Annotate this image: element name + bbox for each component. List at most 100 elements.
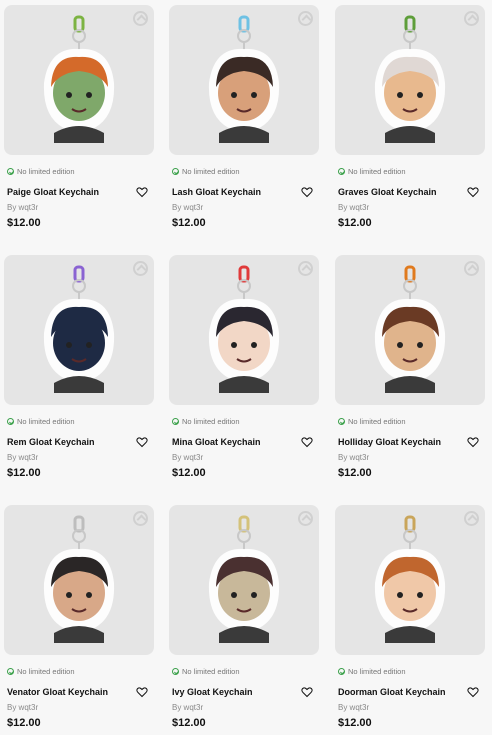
creator-name[interactable]: By wqt3r xyxy=(7,703,38,712)
creator-name[interactable]: By wqt3r xyxy=(338,203,369,212)
edition-status: No limited edition xyxy=(338,417,406,426)
brand-badge-icon xyxy=(298,511,313,526)
edition-status: No limited edition xyxy=(172,667,240,676)
product-card[interactable]: No limited edition Paige Gloat Keychain … xyxy=(4,5,154,235)
creator-name[interactable]: By wqt3r xyxy=(338,453,369,462)
edition-label: No limited edition xyxy=(348,417,406,426)
brand-badge-icon xyxy=(464,511,479,526)
product-card[interactable]: No limited edition Mina Gloat Keychain B… xyxy=(169,255,319,485)
check-circle-icon xyxy=(172,668,179,675)
product-card[interactable]: No limited edition Rem Gloat Keychain By… xyxy=(4,255,154,485)
creator-name[interactable]: By wqt3r xyxy=(172,703,203,712)
product-price: $12.00 xyxy=(172,217,206,229)
edition-status: No limited edition xyxy=(7,417,75,426)
product-card[interactable]: No limited edition Ivy Gloat Keychain By… xyxy=(169,505,319,735)
product-name[interactable]: Paige Gloat Keychain xyxy=(7,187,99,197)
product-image[interactable] xyxy=(335,5,485,155)
creator-name[interactable]: By wqt3r xyxy=(7,203,38,212)
product-image[interactable] xyxy=(169,505,319,655)
product-image[interactable] xyxy=(335,505,485,655)
check-circle-icon xyxy=(172,168,179,175)
heart-icon[interactable] xyxy=(467,436,479,448)
keychain-illustration xyxy=(374,15,446,143)
check-circle-icon xyxy=(7,418,14,425)
heart-icon[interactable] xyxy=(467,186,479,198)
heart-icon[interactable] xyxy=(301,436,313,448)
check-circle-icon xyxy=(7,668,14,675)
edition-status: No limited edition xyxy=(172,167,240,176)
edition-label: No limited edition xyxy=(182,417,240,426)
product-price: $12.00 xyxy=(7,467,41,479)
product-price: $12.00 xyxy=(7,217,41,229)
keychain-illustration xyxy=(374,265,446,393)
brand-badge-icon xyxy=(464,11,479,26)
product-name[interactable]: Holliday Gloat Keychain xyxy=(338,437,441,447)
creator-name[interactable]: By wqt3r xyxy=(338,703,369,712)
heart-icon[interactable] xyxy=(301,186,313,198)
product-card[interactable]: No limited edition Holliday Gloat Keycha… xyxy=(335,255,485,485)
edition-label: No limited edition xyxy=(348,667,406,676)
edition-label: No limited edition xyxy=(182,167,240,176)
product-name[interactable]: Lash Gloat Keychain xyxy=(172,187,261,197)
edition-status: No limited edition xyxy=(7,667,75,676)
product-image[interactable] xyxy=(169,255,319,405)
product-image[interactable] xyxy=(4,505,154,655)
product-price: $12.00 xyxy=(338,717,372,729)
edition-status: No limited edition xyxy=(338,667,406,676)
brand-badge-icon xyxy=(133,261,148,276)
product-name[interactable]: Graves Gloat Keychain xyxy=(338,187,437,197)
brand-badge-icon xyxy=(298,261,313,276)
product-grid: No limited edition Paige Gloat Keychain … xyxy=(0,0,492,730)
creator-name[interactable]: By wqt3r xyxy=(7,453,38,462)
product-name[interactable]: Mina Gloat Keychain xyxy=(172,437,261,447)
product-price: $12.00 xyxy=(172,717,206,729)
brand-badge-icon xyxy=(298,11,313,26)
check-circle-icon xyxy=(338,668,345,675)
edition-label: No limited edition xyxy=(348,167,406,176)
keychain-illustration xyxy=(374,515,446,643)
keychain-illustration xyxy=(208,515,280,643)
keychain-illustration xyxy=(208,265,280,393)
product-price: $12.00 xyxy=(172,467,206,479)
check-circle-icon xyxy=(7,168,14,175)
product-name[interactable]: Ivy Gloat Keychain xyxy=(172,687,253,697)
check-circle-icon xyxy=(338,418,345,425)
product-image[interactable] xyxy=(335,255,485,405)
product-name[interactable]: Rem Gloat Keychain xyxy=(7,437,95,447)
heart-icon[interactable] xyxy=(467,686,479,698)
brand-badge-icon xyxy=(133,511,148,526)
heart-icon[interactable] xyxy=(136,686,148,698)
product-card[interactable]: No limited edition Venator Gloat Keychai… xyxy=(4,505,154,735)
heart-icon[interactable] xyxy=(301,686,313,698)
product-name[interactable]: Doorman Gloat Keychain xyxy=(338,687,446,697)
creator-name[interactable]: By wqt3r xyxy=(172,453,203,462)
product-price: $12.00 xyxy=(338,217,372,229)
edition-label: No limited edition xyxy=(17,417,75,426)
edition-status: No limited edition xyxy=(338,167,406,176)
creator-name[interactable]: By wqt3r xyxy=(172,203,203,212)
product-card[interactable]: No limited edition Doorman Gloat Keychai… xyxy=(335,505,485,735)
keychain-illustration xyxy=(43,265,115,393)
product-card[interactable]: No limited edition Graves Gloat Keychain… xyxy=(335,5,485,235)
check-circle-icon xyxy=(172,418,179,425)
product-image[interactable] xyxy=(4,5,154,155)
keychain-illustration xyxy=(208,15,280,143)
keychain-illustration xyxy=(43,15,115,143)
product-name[interactable]: Venator Gloat Keychain xyxy=(7,687,108,697)
edition-label: No limited edition xyxy=(17,667,75,676)
brand-badge-icon xyxy=(133,11,148,26)
product-card[interactable]: No limited edition Lash Gloat Keychain B… xyxy=(169,5,319,235)
edition-status: No limited edition xyxy=(172,417,240,426)
brand-badge-icon xyxy=(464,261,479,276)
edition-label: No limited edition xyxy=(182,667,240,676)
product-price: $12.00 xyxy=(338,467,372,479)
product-price: $12.00 xyxy=(7,717,41,729)
edition-status: No limited edition xyxy=(7,167,75,176)
product-image[interactable] xyxy=(4,255,154,405)
check-circle-icon xyxy=(338,168,345,175)
keychain-illustration xyxy=(43,515,115,643)
heart-icon[interactable] xyxy=(136,436,148,448)
edition-label: No limited edition xyxy=(17,167,75,176)
heart-icon[interactable] xyxy=(136,186,148,198)
product-image[interactable] xyxy=(169,5,319,155)
